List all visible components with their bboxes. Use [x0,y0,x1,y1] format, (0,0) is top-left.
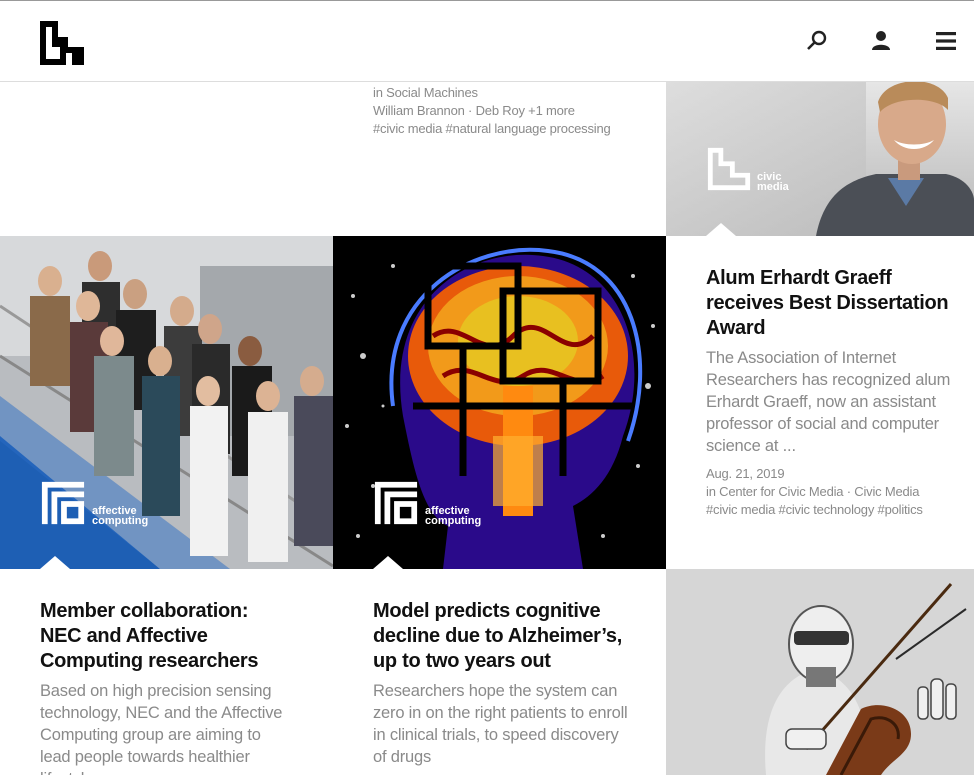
article-group[interactable]: in Social Machines [373,84,611,102]
graeff-article-image[interactable]: civic media [666,82,974,236]
article-description: Based on high precision sensing technolo… [40,682,283,775]
article-authors[interactable]: William Brannon · Deb Roy +1 more [373,102,611,120]
user-icon[interactable] [869,29,893,53]
group-label: affective computing [92,505,149,527]
media-lab-logo[interactable] [38,19,86,67]
affective-computing-logo-icon [41,481,85,525]
group-label: affective computing [425,505,482,527]
card-notch [706,223,736,236]
card-notch [40,556,70,569]
graeff-article-card[interactable]: Alum Erhardt Graeff receives Best Disser… [666,236,974,569]
article-title[interactable]: Member collaboration: NEC and Affective … [40,599,290,674]
article-tags[interactable]: #civic media #civic technology #politics [706,501,966,519]
article-date: Aug. 21, 2019 [706,466,785,481]
article-tags[interactable]: #civic media #natural language processin… [373,120,611,138]
affective-computing-logo-icon [374,481,418,525]
article-description: The Association of Internet Researchers … [706,349,951,455]
card-notch [373,556,403,569]
article-title[interactable]: Model predicts cognitive decline due to … [373,599,628,674]
menu-icon[interactable] [934,29,958,53]
article-group[interactable]: in Center for Civic Media · Civic Media [706,483,966,501]
site-header [0,0,974,82]
nec-article-card[interactable]: Member collaboration: NEC and Affective … [0,569,333,775]
nec-article-image[interactable]: affective computing [0,236,333,569]
article-title[interactable]: Alum Erhardt Graeff receives Best Disser… [706,266,966,341]
civic-media-logo-icon [707,147,751,191]
robot-violinist-photo [666,569,974,775]
robot-article-image[interactable] [666,569,974,775]
group-label: civic media [757,171,789,193]
search-icon[interactable] [805,29,829,53]
alzheimers-article-image[interactable]: affective computing [333,236,666,569]
article-description: Researchers hope the system can zero in … [373,682,628,766]
top-article-card[interactable]: in Social Machines William Brannon · Deb… [333,82,666,236]
alzheimers-article-card[interactable]: Model predicts cognitive decline due to … [333,569,666,775]
